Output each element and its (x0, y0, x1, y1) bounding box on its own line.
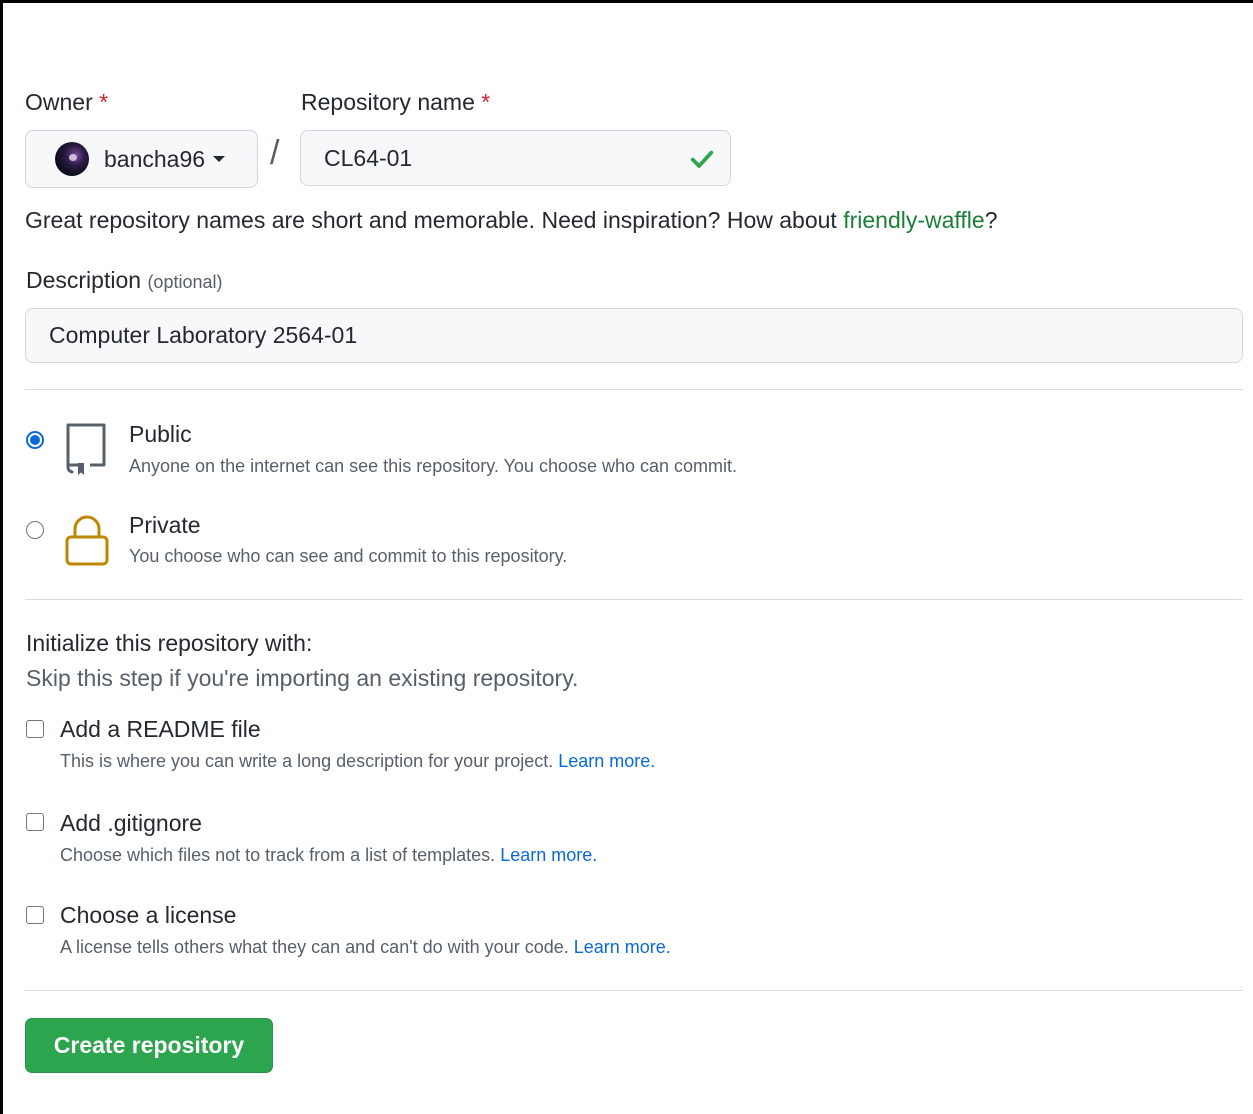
hint-text: Great repository names are short and mem… (25, 207, 844, 233)
private-title: Private (129, 512, 201, 538)
readme-learn-more-link[interactable]: Learn more. (558, 751, 655, 771)
description-input[interactable]: Computer Laboratory 2564-01 (25, 308, 1243, 363)
caret-down-icon (213, 156, 226, 162)
readme-description: This is where you can write a long descr… (60, 751, 655, 772)
license-description-text: A license tells others what they can and… (60, 937, 574, 957)
license-title: Choose a license (60, 902, 237, 928)
gitignore-learn-more-link[interactable]: Learn more. (500, 845, 597, 865)
repository-name-value: CL64-01 (324, 144, 413, 171)
repository-name-label-text: Repository name (301, 89, 475, 115)
description-label-text: Description (26, 267, 142, 293)
license-description: A license tells others what they can and… (60, 937, 671, 958)
gitignore-checkbox[interactable] (26, 813, 44, 831)
public-radio[interactable] (26, 431, 44, 449)
owner-repo-separator: / (270, 134, 280, 172)
divider (25, 990, 1243, 991)
readme-checkbox[interactable] (26, 720, 44, 738)
license-learn-more-link[interactable]: Learn more. (574, 937, 671, 957)
create-repository-button[interactable]: Create repository (25, 1018, 273, 1073)
public-description: Anyone on the internet can see this repo… (129, 456, 738, 476)
owner-required-mark: * (99, 89, 109, 115)
description-value: Computer Laboratory 2564-01 (49, 322, 358, 348)
lock-icon (64, 513, 110, 574)
initialize-subtitle: Skip this step if you're importing an ex… (26, 665, 579, 691)
repository-name-input[interactable]: CL64-01 (300, 130, 731, 186)
repository-required-mark: * (481, 89, 491, 115)
divider (25, 599, 1243, 600)
public-title: Public (129, 421, 192, 447)
readme-title: Add a README file (60, 716, 261, 742)
avatar (55, 142, 89, 176)
gitignore-description: Choose which files not to track from a l… (60, 845, 597, 866)
initialize-title: Initialize this repository with: (26, 630, 313, 656)
gitignore-title: Add .gitignore (60, 810, 202, 836)
hint-suffix: ? (984, 207, 998, 233)
owner-select-button[interactable]: bancha96 (25, 130, 258, 188)
check-icon (688, 145, 716, 179)
owner-label: Owner * (25, 89, 108, 116)
readme-description-text: This is where you can write a long descr… (60, 751, 559, 771)
gitignore-description-text: Choose which files not to track from a l… (60, 845, 501, 865)
owner-label-text: Owner (25, 89, 93, 115)
description-label: Description (optional) (26, 267, 222, 294)
private-radio[interactable] (26, 521, 44, 539)
description-optional: (optional) (147, 272, 223, 292)
repository-name-label: Repository name * (301, 89, 490, 116)
owner-username: bancha96 (104, 145, 206, 172)
repo-icon (64, 421, 108, 482)
private-description: You choose who can see and commit to thi… (129, 546, 568, 566)
license-checkbox[interactable] (26, 906, 44, 924)
repository-name-hint: Great repository names are short and mem… (25, 207, 997, 234)
divider (25, 389, 1243, 390)
name-suggestion-link[interactable]: friendly-waffle (843, 207, 984, 233)
